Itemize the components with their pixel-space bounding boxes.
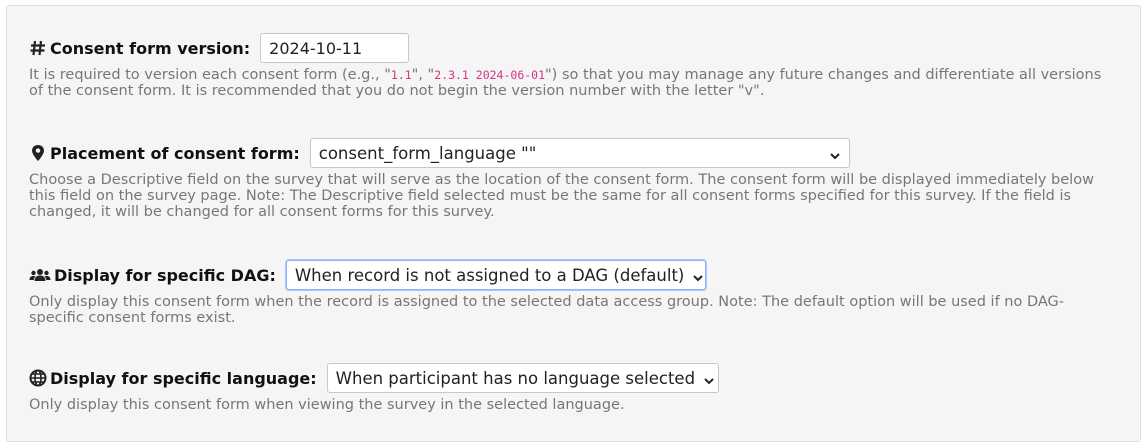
chevron-down-icon bbox=[829, 147, 841, 160]
dag-section: Display for specific DAG: When record is… bbox=[29, 259, 1109, 326]
language-select[interactable]: When participant has no language selecte… bbox=[326, 363, 719, 393]
version-hint: It is required to version each consent f… bbox=[29, 67, 1102, 99]
placement-section: Placement of consent form: consent_form_… bbox=[29, 137, 1109, 220]
language-section: Display for specific language: When part… bbox=[29, 362, 719, 413]
placement-selected: consent_form_language "" bbox=[318, 143, 537, 163]
users-icon bbox=[29, 266, 51, 284]
language-label: Display for specific language: bbox=[50, 368, 317, 388]
globe-icon bbox=[29, 369, 47, 387]
placement-hint: Choose a Descriptive field on the survey… bbox=[29, 172, 1094, 220]
dag-select[interactable]: When record is not assigned to a DAG (de… bbox=[285, 260, 706, 290]
hash-icon bbox=[29, 39, 47, 57]
version-example-1: 1.1 bbox=[390, 68, 412, 82]
chevron-down-icon bbox=[692, 269, 704, 282]
version-section: Consent form version: 2024-10-11 It is r… bbox=[29, 32, 1109, 99]
placement-select[interactable]: consent_form_language "" bbox=[309, 138, 850, 168]
language-selected: When participant has no language selecte… bbox=[335, 368, 696, 388]
version-example-2: 2.3.1 2024-06-01 bbox=[434, 68, 546, 82]
version-input[interactable]: 2024-10-11 bbox=[260, 33, 410, 63]
consent-settings-panel: Consent form version: 2024-10-11 It is r… bbox=[6, 5, 1141, 442]
map-marker-icon bbox=[29, 144, 47, 162]
dag-hint: Only display this consent form when the … bbox=[29, 294, 1065, 326]
dag-selected: When record is not assigned to a DAG (de… bbox=[294, 265, 685, 285]
chevron-down-icon bbox=[703, 372, 715, 385]
language-hint: Only display this consent form when view… bbox=[29, 397, 625, 413]
version-label: Consent form version: bbox=[50, 38, 251, 58]
dag-label: Display for specific DAG: bbox=[54, 265, 276, 285]
placement-label: Placement of consent form: bbox=[50, 143, 300, 163]
